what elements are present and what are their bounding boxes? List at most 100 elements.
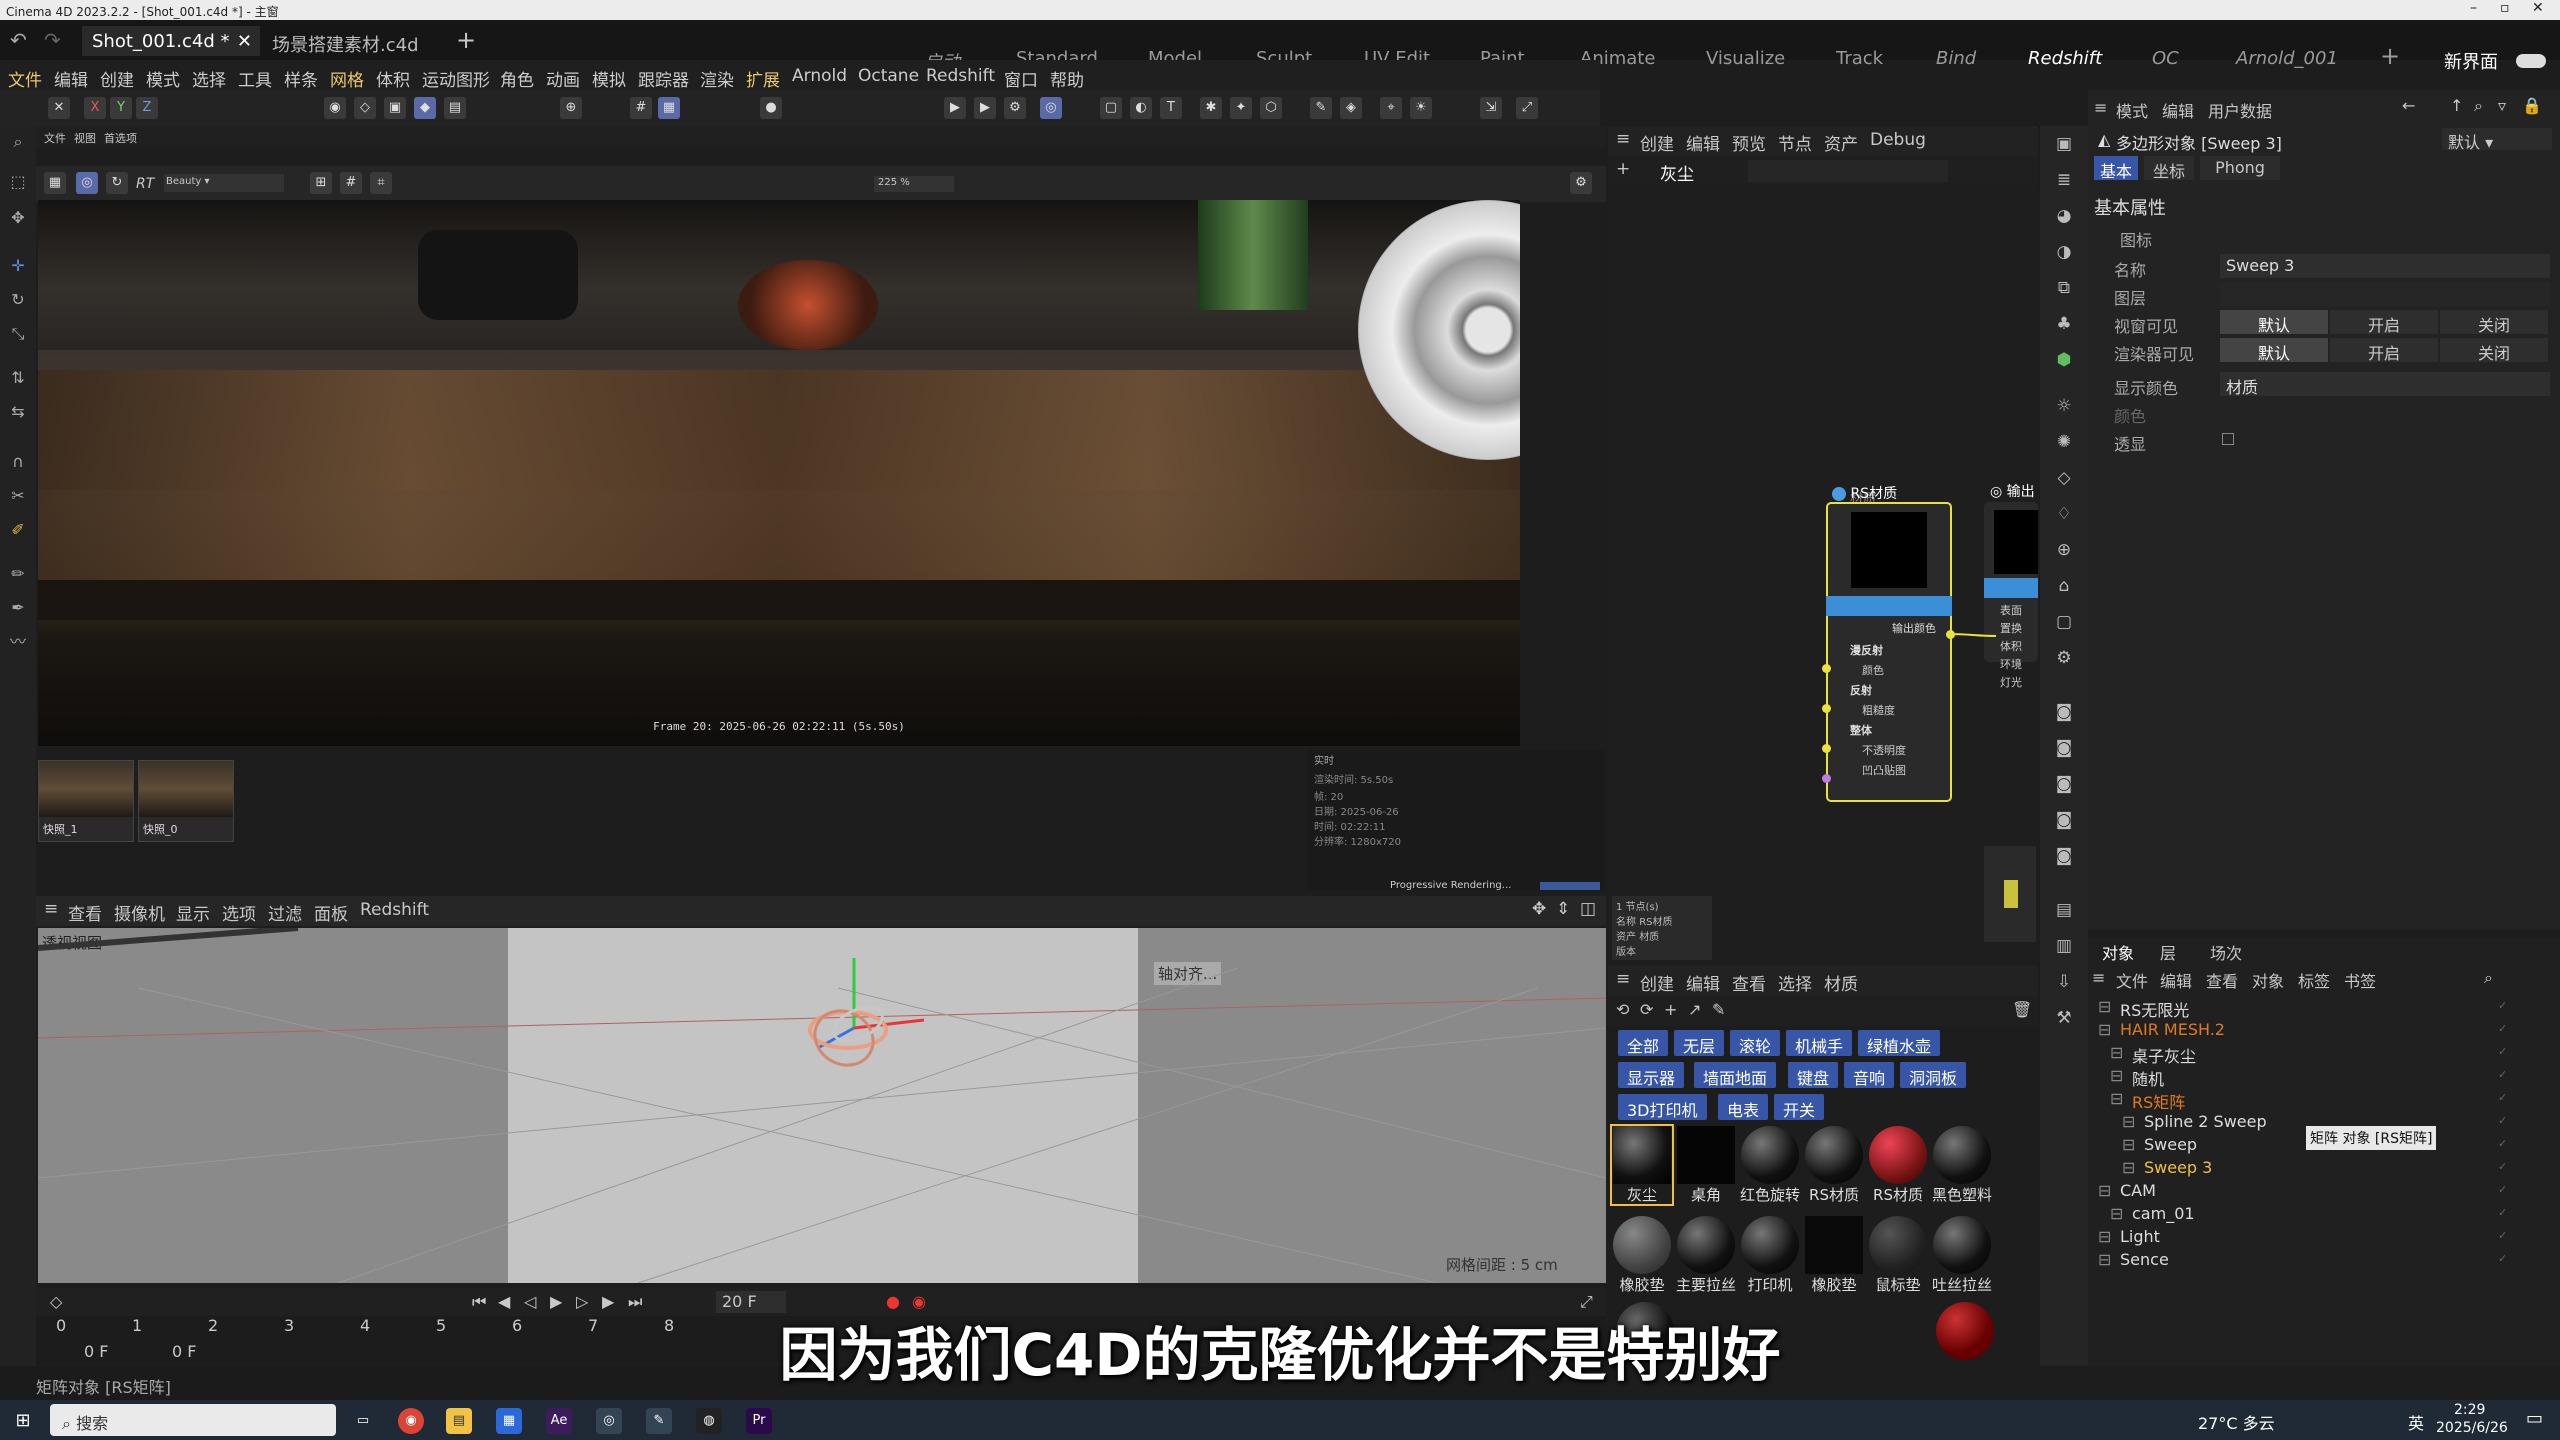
expand-icon[interactable]: ⊟ [2122, 1158, 2135, 1177]
mm-delete-icon[interactable]: 🗑 [2012, 1000, 2032, 1019]
close-tab-icon[interactable]: ✕ [237, 31, 252, 52]
expand-icon[interactable]: ⊟ [2098, 1227, 2111, 1246]
visibility-check-icon[interactable]: ✓ [2498, 1160, 2512, 1174]
mm-menu-select[interactable]: 选择 [1778, 970, 1812, 995]
rs-camera5-icon[interactable]: ◙ [2052, 844, 2076, 868]
visibility-check-icon[interactable]: ✓ [2498, 1252, 2512, 1266]
text-icon[interactable]: T [1160, 97, 1182, 119]
mm-pick-icon[interactable]: ✎ [1712, 1000, 1725, 1019]
snapshot-0[interactable]: 快照_0 [138, 760, 234, 842]
edge-mode-icon[interactable]: ◇ [354, 97, 376, 119]
pen-icon[interactable]: ✒ [6, 596, 30, 620]
ne-menu-debug[interactable]: Debug [1870, 130, 1926, 150]
visibility-check-icon[interactable]: ✓ [2498, 1068, 2512, 1082]
rv-ipr-icon[interactable]: ◎ [76, 172, 98, 194]
attr-menu-edit[interactable]: 编辑 [2162, 98, 2194, 122]
material-swatch[interactable]: 打印机 [1740, 1216, 1800, 1294]
expand-icon[interactable]: ⊟ [2122, 1112, 2135, 1131]
ws-bind[interactable]: Bind [1936, 48, 1976, 69]
rs-material-icon[interactable]: ◑ [2052, 240, 2076, 264]
object-row[interactable]: ⊟ Light ✓ [2098, 1226, 2553, 1248]
rs-clip-icon[interactable]: ⧉ [2052, 276, 2076, 300]
mm-menu-create[interactable]: 创建 [1640, 970, 1674, 995]
rv-refresh-icon[interactable]: ↻ [106, 172, 128, 194]
node-graph[interactable]: 材质 RS材质 输出颜色 漫反射 颜色 反射 粗糙度 整体 不透明度 凹凸贴图 … [1608, 186, 2038, 966]
point-mode-icon[interactable]: ◉ [324, 97, 346, 119]
rvis-off-button[interactable]: 关闭 [2440, 338, 2548, 363]
visibility-check-icon[interactable]: ✓ [2498, 1091, 2512, 1105]
material-swatch[interactable]: 黑色塑料 [1932, 1126, 1992, 1204]
expand-icon[interactable]: ⊟ [2110, 1066, 2123, 1085]
rv-settings-icon[interactable]: ⚙ [1570, 172, 1592, 194]
visibility-check-icon[interactable]: ✓ [2498, 999, 2512, 1013]
rs-export-icon[interactable]: ⇩ [2052, 970, 2076, 994]
rs-settings-icon[interactable]: ⚙ [2052, 646, 2076, 670]
rv-crop-icon[interactable]: ⊞ [310, 172, 332, 194]
vp-menu-filter[interactable]: 过滤 [268, 900, 302, 925]
sweep-object-gizmo[interactable] [748, 948, 948, 1088]
select-icon[interactable]: ⬚ [6, 170, 30, 194]
taskview-icon[interactable]: ▭ [350, 1408, 376, 1434]
rs-render-icon[interactable]: ▣ [2052, 132, 2076, 156]
menu-mode[interactable]: 模式 [146, 66, 180, 91]
add-icon[interactable]: + [1616, 159, 1630, 179]
menu-create[interactable]: 创建 [100, 66, 134, 91]
rs-sphere-icon[interactable]: ◕ [2052, 204, 2076, 228]
chrome-icon[interactable]: ◉ [398, 1408, 424, 1434]
object-row[interactable]: ⊟ RS无限光 ✓ [2098, 996, 2553, 1020]
scale-icon[interactable]: ⤡ [6, 322, 30, 346]
rs-camera3-icon[interactable]: ◙ [2052, 772, 2076, 796]
om-menu-tags[interactable]: 标签 [2298, 968, 2330, 992]
rs-layers-icon[interactable]: ≣ [2052, 168, 2076, 192]
object-row[interactable]: ⊟ CAM ✓ [2098, 1180, 2553, 1202]
menu-animate[interactable]: 动画 [546, 66, 580, 91]
object-row[interactable]: ⊟ Sweep 3 ✓ [2098, 1157, 2553, 1179]
ws-arnold[interactable]: Arnold_001 [2236, 48, 2338, 69]
mm-reload-icon[interactable]: ⟲ [1616, 1000, 1629, 1019]
xray-checkbox[interactable] [2222, 433, 2234, 445]
object-row[interactable]: ⊟ 桌子灰尘 ✓ [2098, 1042, 2553, 1066]
tab-layers[interactable]: 层 [2160, 940, 2176, 964]
menu-extensions[interactable]: 扩展 [746, 66, 780, 91]
rv-save-icon[interactable]: ▦ [44, 172, 66, 194]
rs-image-icon[interactable]: ▤ [2052, 898, 2076, 922]
magnet-icon[interactable]: ∩ [6, 450, 30, 474]
material-swatch[interactable]: RS材质 [1804, 1126, 1864, 1204]
cloner-icon[interactable]: ✱ [1200, 97, 1222, 119]
render-view-icon[interactable]: ▶ [944, 97, 966, 119]
premiere-icon[interactable]: Pr [746, 1408, 772, 1434]
app2-icon[interactable]: ◍ [696, 1408, 722, 1434]
menu-tools[interactable]: 工具 [238, 66, 272, 91]
tab-coord[interactable]: 坐标 [2144, 156, 2194, 181]
undo-icon[interactable]: ↶ [10, 28, 27, 52]
notification-icon[interactable]: ▭ [2526, 1408, 2543, 1429]
menu-redshift[interactable]: Redshift [926, 66, 995, 86]
camera-icon[interactable]: ⌖ [1380, 97, 1402, 119]
close-icon[interactable]: ✕ [2532, 0, 2544, 16]
tab-objects[interactable]: 对象 [2102, 940, 2134, 964]
menu-tracker[interactable]: 跟踪器 [638, 66, 689, 91]
snap-icon[interactable]: ⊕ [560, 97, 582, 119]
mm-apply-icon[interactable]: ↗ [1688, 1000, 1701, 1019]
visibility-check-icon[interactable]: ✓ [2498, 1183, 2512, 1197]
cat-keyboard[interactable]: 键盘 [1788, 1062, 1839, 1088]
light-icon[interactable]: ☀ [1410, 97, 1432, 119]
hamburger-icon[interactable]: ≡ [2094, 98, 2107, 117]
move-icon[interactable]: ✛ [6, 254, 30, 278]
menu-simulate[interactable]: 模拟 [592, 66, 626, 91]
rv-zoom-field[interactable]: 225 % [874, 176, 954, 192]
spline-pen-icon[interactable]: ✎ [1310, 97, 1332, 119]
material-swatch[interactable]: 桌角 [1676, 1126, 1736, 1204]
menu-octane[interactable]: Octane [858, 66, 919, 86]
rs-frame-icon[interactable]: ▢ [2052, 610, 2076, 634]
vp-menu-display[interactable]: 显示 [176, 900, 210, 925]
clock-date[interactable]: 2025/6/26 [2436, 1420, 2508, 1436]
mm-menu-material[interactable]: 材质 [1824, 970, 1858, 995]
model-mode-icon[interactable]: ◆ [414, 97, 436, 119]
sphere-icon[interactable]: ◐ [1130, 97, 1152, 119]
hamburger-icon[interactable]: ≡ [2092, 968, 2105, 987]
rs-camera4-icon[interactable]: ◙ [2052, 808, 2076, 832]
visibility-check-icon[interactable]: ✓ [2498, 1137, 2512, 1151]
input-port[interactable] [1822, 664, 1831, 673]
menu-edit[interactable]: 编辑 [54, 66, 88, 91]
